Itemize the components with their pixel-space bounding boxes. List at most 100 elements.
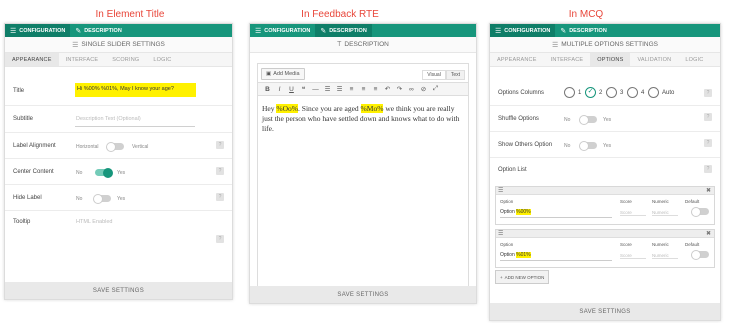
numeric-input[interactable]: Numeric xyxy=(652,210,678,216)
tab-options[interactable]: OPTIONS xyxy=(590,53,631,66)
no-option: No xyxy=(76,170,83,176)
center-content-label: Center Content xyxy=(13,169,54,175)
no-option: No xyxy=(564,117,571,123)
option-input[interactable]: Option %00% xyxy=(500,208,612,218)
tab-configuration[interactable]: ☰ CONFIGURATION xyxy=(490,24,556,37)
option-input[interactable]: Option %01% xyxy=(500,251,612,261)
help-icon[interactable]: ? xyxy=(216,141,224,149)
help-icon[interactable]: ? xyxy=(216,235,224,243)
toggle-knob xyxy=(93,193,103,204)
help-icon[interactable]: ? xyxy=(704,165,712,173)
numeric-input[interactable]: Numeric xyxy=(652,253,678,259)
column-label-3: 3 xyxy=(620,90,624,96)
variable-token: %00% xyxy=(516,209,531,215)
option-item: ☰ ✖ Option Score Numeric Default Option … xyxy=(495,186,715,225)
pen-icon: ✎ xyxy=(560,27,567,35)
link-icon[interactable]: ∞ xyxy=(407,86,416,93)
help-icon[interactable]: ? xyxy=(704,89,712,97)
numbered-list-icon[interactable]: ☰ xyxy=(335,85,344,93)
italic-icon[interactable]: I xyxy=(275,86,284,93)
tab-configuration[interactable]: ☰ CONFIGURATION xyxy=(5,24,71,37)
tab-description[interactable]: ✎ DESCRIPTION xyxy=(315,24,372,37)
save-settings-button[interactable]: SAVE SETTINGS xyxy=(490,303,720,320)
save-settings-button[interactable]: SAVE SETTINGS xyxy=(5,282,232,299)
tab-interface[interactable]: INTERFACE xyxy=(59,53,106,66)
column-radio-auto[interactable] xyxy=(648,87,659,98)
close-icon[interactable]: ✖ xyxy=(706,230,711,238)
undo-icon[interactable]: ↶ xyxy=(383,85,392,93)
tab-appearance[interactable]: APPEARANCE xyxy=(490,53,544,66)
help-icon[interactable]: ? xyxy=(704,139,712,147)
tooltip-label: Tooltip xyxy=(13,219,31,225)
tab-appearance[interactable]: APPEARANCE xyxy=(5,53,59,66)
column-radio-3[interactable] xyxy=(606,87,617,98)
drag-handle-icon[interactable]: ☰ xyxy=(498,187,503,195)
menu-icon: ☰ xyxy=(495,27,502,35)
tooltip-input[interactable]: HTML Enabled xyxy=(76,219,112,225)
variable-token: %Oo% xyxy=(276,104,299,113)
editor-content[interactable]: Hey %Oo%. Since you are aged %Mo% we thi… xyxy=(262,104,462,134)
label-alignment-row: Label Alignment Horizontal Vertical ? xyxy=(5,133,232,159)
help-icon[interactable]: ? xyxy=(216,193,224,201)
show-others-toggle[interactable] xyxy=(579,140,597,151)
pen-icon: ✎ xyxy=(320,27,327,35)
show-others-row: Show Others Option No Yes ? xyxy=(490,132,720,158)
column-radio-1[interactable] xyxy=(564,87,575,98)
column-radio-4[interactable] xyxy=(627,87,638,98)
tab-description[interactable]: ✎ DESCRIPTION xyxy=(555,24,611,37)
redo-icon[interactable]: ↷ xyxy=(395,85,404,93)
help-icon[interactable]: ? xyxy=(704,113,712,121)
unlink-icon[interactable]: ⊘ xyxy=(419,85,428,93)
center-content-row: Center Content No Yes ? xyxy=(5,159,232,185)
score-input[interactable]: Score xyxy=(620,253,646,259)
caption-mcq: In MCQ xyxy=(568,9,604,20)
save-settings-button[interactable]: SAVE SETTINGS xyxy=(250,286,476,303)
strikethrough-icon[interactable]: — xyxy=(311,86,320,93)
toggle-knob xyxy=(106,141,116,152)
title-row: Title Hi %00% %01%, May I know your age? xyxy=(5,80,232,106)
tab-logic[interactable]: LOGIC xyxy=(146,53,178,66)
fullscreen-icon[interactable]: ⤢ xyxy=(431,85,440,93)
panel-topbar: ☰ CONFIGURATION ✎ DESCRIPTION xyxy=(490,24,720,37)
bullet-list-icon[interactable]: ☰ xyxy=(323,85,332,93)
shuffle-options-toggle[interactable] xyxy=(579,114,597,125)
tab-validation[interactable]: VALIDATION xyxy=(630,53,678,66)
tab-text[interactable]: Text xyxy=(445,70,465,80)
quote-icon[interactable]: ❝ xyxy=(299,85,308,93)
tab-interface[interactable]: INTERFACE xyxy=(544,53,591,66)
bold-icon[interactable]: B xyxy=(263,86,272,93)
hide-label-toggle[interactable] xyxy=(93,193,111,204)
add-new-option-button[interactable]: + ADD NEW OPTION xyxy=(495,270,550,284)
toggle-knob xyxy=(691,206,701,217)
tab-scoring[interactable]: SCORING xyxy=(105,53,146,66)
center-content-toggle[interactable] xyxy=(95,167,113,178)
default-toggle[interactable] xyxy=(691,249,709,260)
help-icon[interactable]: ? xyxy=(216,167,224,175)
tab-description[interactable]: ✎ DESCRIPTION xyxy=(70,24,126,37)
score-input[interactable]: Score xyxy=(620,210,646,216)
text-icon: T xyxy=(337,41,342,48)
drag-handle-icon[interactable]: ☰ xyxy=(498,230,503,238)
toggle-knob xyxy=(579,114,589,125)
tab-logic[interactable]: LOGIC xyxy=(678,53,710,66)
title-input[interactable]: Hi %00% %01%, May I know your age? xyxy=(75,83,196,97)
add-media-button[interactable]: ▣ Add Media xyxy=(261,68,305,80)
option-list-row: Option List ? xyxy=(490,158,720,184)
underline-icon[interactable]: U xyxy=(287,86,296,93)
col-default-label: Default xyxy=(685,242,700,247)
label-alignment-toggle[interactable] xyxy=(106,141,124,152)
column-radio-2[interactable]: ✓ xyxy=(585,87,596,98)
close-icon[interactable]: ✖ xyxy=(706,187,711,195)
align-center-icon[interactable]: ≡ xyxy=(359,86,368,93)
align-right-icon[interactable]: ≡ xyxy=(371,86,380,93)
default-toggle[interactable] xyxy=(691,206,709,217)
toggle-knob xyxy=(579,140,589,151)
option-item-header: ☰ ✖ xyxy=(496,187,714,195)
align-left-icon[interactable]: ≡ xyxy=(347,86,356,93)
tab-visual[interactable]: Visual xyxy=(422,70,446,80)
yes-option: Yes xyxy=(603,143,612,149)
description-heading: T DESCRIPTION xyxy=(250,37,476,53)
tab-configuration[interactable]: ☰ CONFIGURATION xyxy=(250,24,315,37)
variable-token: %01% xyxy=(516,252,531,258)
subtitle-input[interactable]: Description Text (Optional) xyxy=(76,116,141,122)
